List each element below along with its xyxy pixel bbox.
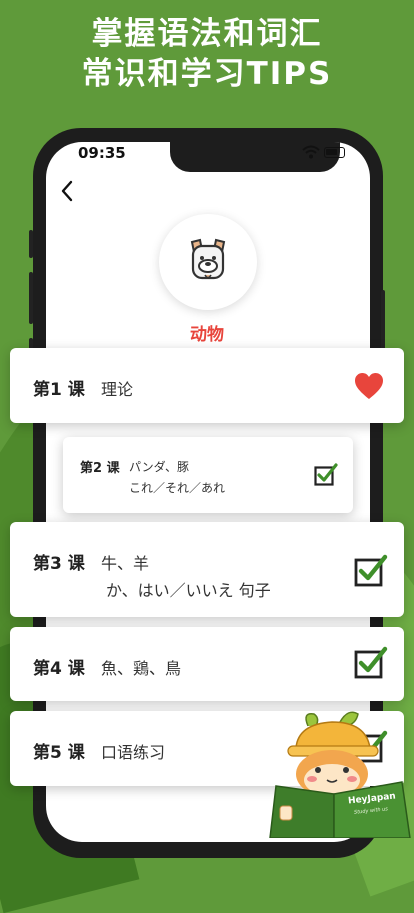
checkbox-checked-icon[interactable]: [354, 554, 388, 588]
checkbox-checked-icon[interactable]: [354, 646, 388, 680]
lesson-subtitle: か、はい／いいえ 句子: [106, 581, 271, 600]
phone-silent-switch: [29, 230, 33, 258]
lesson-title: 魚、鶏、鳥: [101, 659, 182, 678]
chevron-left-icon[interactable]: [60, 180, 74, 202]
status-icons: [302, 145, 348, 161]
lesson-title: 牛、羊: [101, 554, 150, 573]
phone-volume-up: [29, 272, 33, 324]
lesson-title: パンダ、豚: [129, 460, 190, 474]
status-time: 09:35: [78, 144, 126, 162]
lesson-card-2[interactable]: 第2 课 パンダ、豚 これ／それ／あれ: [63, 437, 353, 513]
wifi-icon: [302, 145, 320, 159]
promo-headline: 掌握语法和词汇 常识和学习TIPS: [0, 14, 414, 94]
lesson-title: 口语练习: [101, 743, 166, 762]
topic-icon-badge: [159, 214, 257, 310]
mascot-illustration: HeyJapan Study with us: [262, 708, 414, 839]
lesson-label: 第5 课: [33, 743, 85, 763]
dog-face-icon: [190, 238, 226, 280]
headline-line-2: 常识和学习TIPS: [81, 56, 333, 92]
lesson-label: 第2 课: [80, 461, 120, 476]
lesson-label: 第1 课: [33, 380, 85, 400]
lesson-subtitle: これ／それ／あれ: [129, 481, 226, 495]
lesson-card-1[interactable]: 第1 课 理论: [10, 348, 404, 423]
lesson-card-3[interactable]: 第3 课 牛、羊 か、はい／いいえ 句子: [10, 522, 404, 617]
battery-icon: [324, 147, 345, 158]
heart-icon[interactable]: [354, 372, 384, 400]
lesson-label: 第4 课: [33, 659, 85, 679]
lesson-label: 第3 课: [33, 554, 85, 574]
mascot-cat-icon: [269, 711, 411, 839]
lesson-title: 理论: [101, 380, 134, 399]
checkbox-checked-icon[interactable]: [314, 463, 338, 487]
headline-line-1: 掌握语法和词汇: [91, 16, 323, 52]
lesson-card-4[interactable]: 第4 课 魚、鶏、鳥: [10, 627, 404, 701]
topic-title: 动物: [190, 325, 224, 345]
